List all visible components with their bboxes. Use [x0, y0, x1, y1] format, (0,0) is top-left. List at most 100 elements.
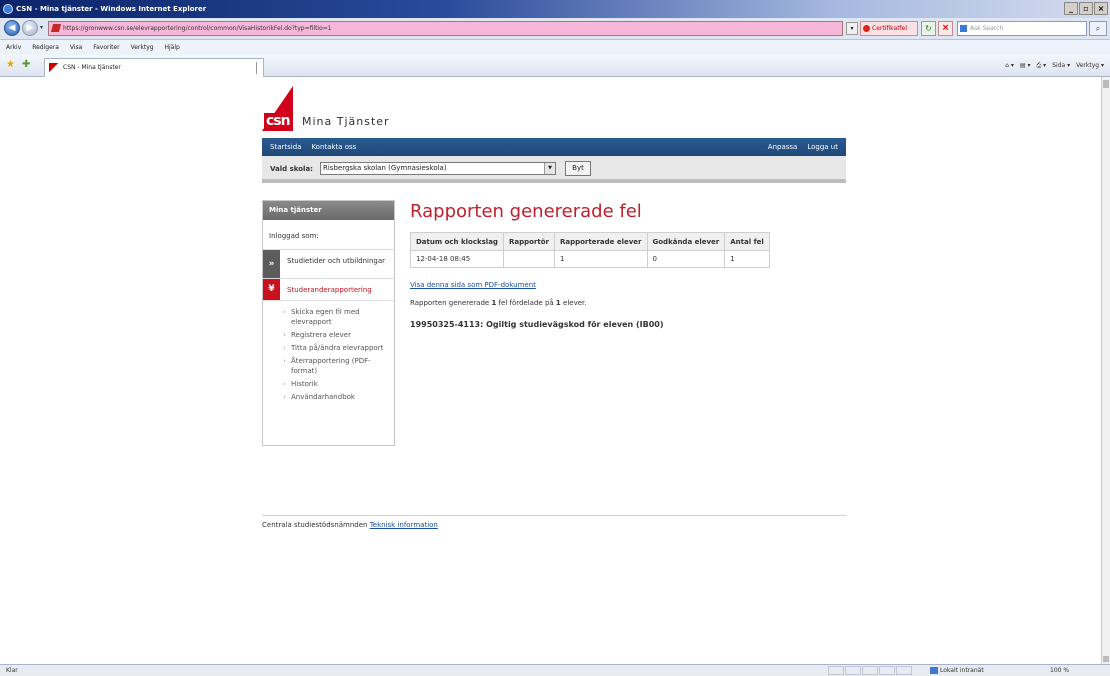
subnav-skicka-fil[interactable]: › Skicka egen fil med elevrapport: [283, 307, 394, 327]
chevron-right-icon: ›: [283, 308, 286, 316]
window-titlebar: CSN - Mina tjänster - Windows Internet E…: [0, 0, 1110, 18]
chevron-right-icon: ›: [283, 344, 286, 352]
status-pane: [879, 666, 895, 675]
scroll-down-arrow[interactable]: [1103, 656, 1109, 662]
back-button[interactable]: ◀: [4, 20, 20, 36]
zoom-label: 100 %: [1050, 667, 1070, 674]
print-button[interactable]: ⎙ ▾: [1036, 60, 1046, 72]
menu-hjalp[interactable]: Hjälp: [164, 44, 179, 51]
sidebar-item-studietider[interactable]: » Studietider och utbildningar: [263, 250, 394, 279]
tab-title: CSN - Mina tjänster: [63, 64, 121, 71]
history-dropdown-icon[interactable]: ▾: [40, 24, 43, 31]
summary-post: elever.: [563, 299, 587, 307]
school-select[interactable]: Risbergska skolan (Gymnasieskola) ▼: [320, 162, 556, 175]
nav-kontakta-oss[interactable]: Kontakta oss: [311, 138, 356, 156]
summary-students: 1: [555, 299, 561, 307]
refresh-button[interactable]: ↻: [921, 21, 936, 36]
logo-text: Mina Tjänster: [302, 115, 390, 128]
command-bar: ⌂ ▾ ▤ ▾ ⎙ ▾ Sida ▾ Verktyg ▾: [1005, 60, 1104, 72]
csn-logo[interactable]: csn Mina Tjänster: [262, 86, 389, 131]
subnav-historik[interactable]: › Historik: [283, 379, 394, 389]
maximize-icon[interactable]: ▫: [1079, 2, 1093, 15]
search-icon[interactable]: ⌕: [1089, 21, 1107, 36]
subnav-label: Registrera elever: [291, 331, 351, 339]
home-button[interactable]: ⌂ ▾: [1005, 60, 1014, 72]
favorites-star-icon[interactable]: ★: [6, 60, 15, 70]
sidebar-item-studeranderapportering[interactable]: ¥ Studeranderapportering: [263, 279, 394, 301]
chevron-right-icon: ›: [283, 357, 286, 365]
footer-tech-info-link[interactable]: Teknisk information: [370, 521, 438, 529]
scroll-up-arrow[interactable]: [1103, 80, 1109, 88]
search-input[interactable]: Ask Search: [957, 21, 1087, 36]
subnav-anvandarhandbok[interactable]: › Användarhandbok: [283, 392, 394, 402]
status-pane: [862, 666, 878, 675]
close-icon[interactable]: ×: [1094, 2, 1108, 15]
shield-warning-icon: [863, 25, 870, 32]
ie-icon: [3, 4, 13, 14]
change-school-button[interactable]: Byt: [565, 161, 591, 176]
chevron-down-icon: ▼: [544, 163, 555, 174]
add-favorite-icon[interactable]: ✚: [22, 60, 30, 70]
summary-pre: Rapporten genererade: [410, 299, 490, 307]
sidebar: Mina tjänster Inloggad som: » Studietide…: [262, 200, 395, 446]
forward-button[interactable]: ▶: [22, 20, 38, 36]
page-menu-button[interactable]: Sida ▾: [1052, 60, 1070, 72]
cell-datum: 12-04-18 08:45: [410, 250, 504, 268]
feeds-button[interactable]: ▤ ▾: [1020, 60, 1031, 72]
subnav-label: Historik: [291, 380, 318, 388]
address-dropdown-icon[interactable]: ▾: [846, 22, 858, 35]
nav-anpassa[interactable]: Anpassa: [768, 138, 798, 156]
table-header-row: Datum och klockslag Rapportör Rapportera…: [410, 232, 770, 251]
tools-menu-button[interactable]: Verktyg ▾: [1076, 60, 1104, 72]
chevron-right-icon: ›: [283, 331, 286, 339]
zone-label: Lokalt intranät: [940, 667, 984, 674]
school-selector-bar: Vald skola: Risbergska skolan (Gymnasies…: [262, 156, 846, 183]
top-navigation: Startsida Kontakta oss Anpassa Logga ut: [262, 138, 846, 156]
col-rapporterade: Rapporterade elever: [553, 232, 648, 251]
tab-bar: ★ ✚ CSN - Mina tjänster ⌂ ▾ ▤ ▾ ⎙ ▾ Sida…: [0, 55, 1110, 77]
page-title: Rapporten genererade fel: [410, 201, 642, 222]
nav-startsida[interactable]: Startsida: [270, 138, 301, 156]
menu-visa[interactable]: Visa: [70, 44, 82, 51]
summary-errors: 1: [491, 299, 497, 307]
zoom-control[interactable]: 100 %: [1050, 665, 1069, 676]
pdf-link[interactable]: Visa denna sida som PDF-dokument: [410, 281, 536, 289]
chevron-right-icon: ›: [283, 393, 286, 401]
subnav-titta-andra[interactable]: › Titta på/ändra elevrapport: [283, 343, 394, 353]
search-placeholder: Ask Search: [970, 25, 1004, 32]
error-message: 19950325-4113: Ogiltig studievägskod för…: [410, 320, 664, 329]
security-zone[interactable]: Lokalt intranät: [930, 665, 984, 676]
minimize-icon[interactable]: _: [1064, 2, 1078, 15]
window-title: CSN - Mina tjänster - Windows Internet E…: [16, 5, 207, 13]
subnav-registrera-elever[interactable]: › Registrera elever: [283, 330, 394, 340]
menu-bar: Arkiv Redigera Visa Favoriter Verktyg Hj…: [0, 40, 1110, 55]
address-bar[interactable]: https://gronwww.csn.se/elevrapportering/…: [48, 21, 843, 36]
csn-favicon-icon: [49, 63, 59, 72]
status-pane: [845, 666, 861, 675]
browser-tab[interactable]: CSN - Mina tjänster: [44, 58, 264, 77]
status-text: Klar: [6, 667, 18, 674]
window-controls: _ ▫ ×: [1064, 2, 1108, 15]
double-chevron-right-icon: »: [263, 250, 280, 278]
cert-label: Certifikatfel: [872, 25, 908, 32]
logo-mark: csn: [264, 113, 292, 129]
col-antal-fel: Antal fel: [724, 232, 770, 251]
menu-favoriter[interactable]: Favoriter: [93, 44, 119, 51]
subnav-aterrapportering[interactable]: › Återrapportering (PDF-format): [283, 356, 394, 376]
stop-button[interactable]: ×: [938, 21, 953, 36]
nav-logga-ut[interactable]: Logga ut: [807, 138, 838, 156]
status-pane: [896, 666, 912, 675]
menu-arkiv[interactable]: Arkiv: [6, 44, 21, 51]
col-rapportor: Rapportör: [502, 232, 555, 251]
sidebar-subnav: › Skicka egen fil med elevrapport › Regist…: [263, 301, 394, 402]
subnav-label: Återrapportering (PDF-format): [291, 357, 371, 375]
certificate-error-button[interactable]: Certifikatfel: [860, 21, 918, 36]
intranet-icon: [930, 667, 938, 674]
address-row: ◀ ▶ ▾ https://gronwww.csn.se/elevrapport…: [0, 18, 1110, 40]
tab-divider: [256, 62, 257, 74]
double-chevron-down-icon: ¥: [263, 279, 280, 300]
vertical-scrollbar[interactable]: [1101, 77, 1110, 664]
menu-verktyg[interactable]: Verktyg: [131, 44, 154, 51]
subnav-label: Titta på/ändra elevrapport: [291, 344, 384, 352]
menu-redigera[interactable]: Redigera: [32, 44, 59, 51]
